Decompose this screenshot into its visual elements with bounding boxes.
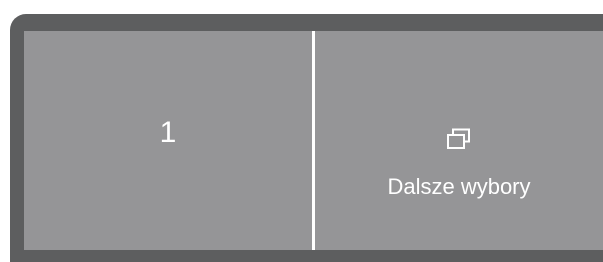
more-options-label: Dalsze wybory (387, 174, 531, 199)
more-options-button[interactable]: Dalsze wybory (315, 31, 603, 250)
program-number-button[interactable]: 1 (24, 31, 312, 250)
program-number-value: 1 (159, 116, 177, 149)
windows-stack-icon (447, 128, 470, 149)
